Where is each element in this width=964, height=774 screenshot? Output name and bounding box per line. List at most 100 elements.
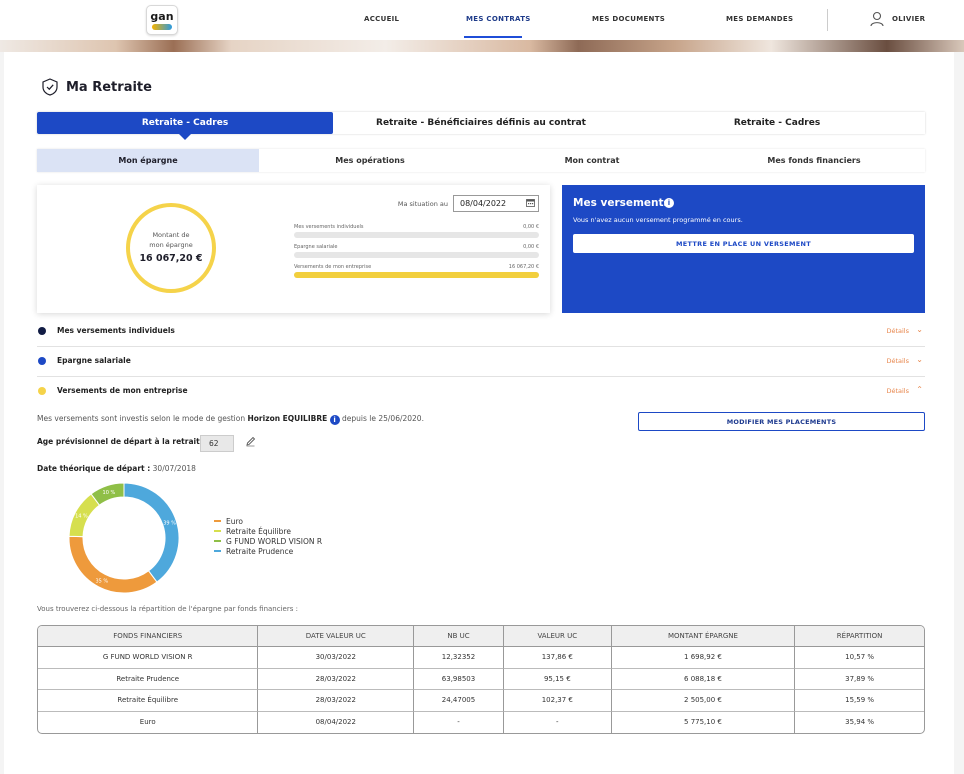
donut-slice (123, 482, 180, 583)
table-cell: - (504, 711, 612, 733)
column-header: VALEUR UC (503, 626, 612, 647)
legend-swatch (214, 520, 221, 522)
situation-label: Ma situation au (397, 200, 448, 208)
bar-entreprise (294, 272, 539, 278)
age-input[interactable]: 62 (200, 435, 234, 452)
depart-label: Date théorique de départ : (37, 464, 151, 473)
age-label: Age prévisionnel de départ à la retraite… (37, 437, 211, 446)
user-name-link[interactable]: OLIVIER (892, 15, 925, 23)
table-row: Retraite Prudence 28/03/2022 63,98503 95… (38, 668, 924, 690)
calendar-icon[interactable] (526, 198, 535, 207)
table-cell: Retraite Équilibre (38, 690, 259, 712)
ring-label: Montant de mon épargne (126, 230, 216, 250)
investment-text-before: Mes versements sont investis selon le mo… (37, 414, 248, 423)
table-cell: 08/04/2022 (258, 711, 415, 733)
legend-item: Retraite Prudence (214, 546, 322, 556)
user-icon[interactable] (870, 11, 884, 27)
status-dot (38, 327, 46, 335)
info-icon[interactable]: i (329, 415, 340, 425)
chevron-up-icon[interactable]: ⌃ (916, 385, 923, 394)
table-cell: 35,94 % (845, 718, 875, 727)
table-cell: G FUND WORLD VISION R (38, 647, 259, 669)
chevron-down-icon[interactable]: ⌄ (916, 355, 923, 364)
legend-label: Euro (226, 516, 243, 526)
accordion-epargne-salariale[interactable]: Epargne salariale Détails ⌄ (37, 347, 925, 377)
legend-label: Retraite Prudence (226, 546, 294, 556)
table-cell: Retraite Prudence (38, 668, 259, 690)
details-link[interactable]: Détails (886, 327, 909, 335)
table-cell: 30/03/2022 (258, 647, 415, 669)
accordion-versements-individuels[interactable]: Mes versements individuels Détails ⌄ (37, 317, 925, 347)
chart-legend: Euro Retraite Équilibre G FUND WORLD VIS… (214, 516, 322, 556)
table-cell: 137,86 € (503, 647, 612, 669)
logo-swoosh-icon (152, 23, 172, 30)
active-tab-caret (179, 134, 191, 140)
nav-divider (827, 9, 828, 31)
tab-mes-operations[interactable]: Mes opérations (259, 149, 481, 172)
table-cell: 5 775,10 € (612, 711, 796, 733)
slice-label: 14 % (75, 514, 88, 520)
pencil-icon[interactable] (245, 436, 256, 447)
versements-title: Mes versements (573, 197, 670, 209)
nav-accueil[interactable]: ACCUEIL (364, 15, 399, 23)
nav-mes-documents[interactable]: MES DOCUMENTS (592, 15, 665, 23)
contract-tabs: Retraite - Cadres Retraite - Bénéficiair… (37, 112, 925, 134)
repartition-text: Vous trouverez ci-dessous la répartition… (37, 605, 298, 613)
tab-retraite-cadres-1[interactable]: Retraite - Cadres (37, 112, 333, 134)
legend-swatch (214, 550, 221, 552)
modify-placements-button[interactable]: MODIFIER MES PLACEMENTS (638, 412, 925, 431)
shield-check-icon (42, 78, 58, 96)
bar-label-individuels: Mes versements individuels (294, 224, 364, 230)
details-link[interactable]: Détails (886, 387, 909, 395)
accordion-versements-entreprise[interactable]: Versements de mon entreprise Détails ⌃ (37, 377, 925, 407)
table-cell: Euro (38, 711, 259, 733)
ring-label-line-2: mon épargne (149, 241, 193, 249)
nav-mes-demandes[interactable]: MES DEMANDES (726, 15, 793, 23)
legend-item: Euro (214, 516, 322, 526)
investment-text-after: depuis le 25/06/2020. (339, 414, 424, 423)
table-cell: - (414, 711, 504, 733)
table-cell: 15,59 % (795, 690, 924, 712)
gan-logo[interactable]: gan (146, 5, 178, 35)
status-dot (38, 357, 46, 365)
table-cell: 102,37 € (503, 690, 612, 712)
tab-retraite-beneficiaires[interactable]: Retraite - Bénéficiaires définis au cont… (333, 112, 629, 134)
savings-total: 16 067,20 € (139, 253, 203, 264)
table-cell: 63,98503 (414, 668, 504, 690)
column-header: NB UC (414, 626, 504, 647)
accordion-label: Epargne salariale (57, 356, 131, 365)
table-cell: 2 505,00 € (611, 690, 796, 712)
allocation-donut-chart: 39 % 35 % 14 % 10 % (68, 482, 180, 594)
legend-swatch (214, 530, 221, 532)
nav-mes-contrats[interactable]: MES CONTRATS (466, 15, 531, 23)
accordion-label: Mes versements individuels (57, 326, 175, 335)
slice-label: 35 % (95, 578, 108, 584)
setup-versement-button[interactable]: METTRE EN PLACE UN VERSEMENT (573, 234, 914, 253)
tab-mon-epargne[interactable]: Mon épargne (37, 149, 259, 172)
active-nav-indicator (464, 36, 522, 38)
table-cell: 95,15 € (503, 668, 612, 690)
details-link[interactable]: Détails (886, 357, 909, 365)
tab-retraite-cadres-2[interactable]: Retraite - Cadres (629, 112, 925, 134)
table-cell: 24,47005 (414, 690, 504, 712)
table-cell: 6 088,18 € (611, 668, 796, 690)
bar-label-entreprise: Versements de mon entreprise (294, 264, 372, 270)
bar-individuels (294, 232, 539, 238)
chevron-down-icon[interactable]: ⌄ (916, 325, 923, 334)
legend-item: G FUND WORLD VISION R (214, 536, 322, 546)
table-cell: 28/03/2022 (258, 690, 415, 712)
investment-mode-text: Mes versements sont investis selon le mo… (37, 414, 424, 425)
column-header: MONTANT ÉPARGNE (611, 626, 796, 647)
bar-salariale (294, 252, 539, 258)
top-nav-bar: gan ACCUEIL MES CONTRATS MES DOCUMENTS M… (0, 0, 964, 40)
table-row: Euro 08/04/2022 - - 5 775,10 € 35,94 % (38, 711, 924, 733)
tab-mes-fonds-financiers[interactable]: Mes fonds financiers (703, 149, 925, 172)
legend-item: Retraite Équilibre (214, 526, 322, 536)
funds-table: FONDS FINANCIERS DATE VALEUR UC NB UC VA… (37, 625, 925, 734)
tab-mon-contrat[interactable]: Mon contrat (481, 149, 703, 172)
logo-text: gan (150, 9, 174, 23)
info-icon[interactable]: i (664, 198, 674, 208)
slice-label: 39 % (163, 521, 176, 527)
legend-swatch (214, 540, 221, 542)
status-dot (38, 387, 46, 395)
